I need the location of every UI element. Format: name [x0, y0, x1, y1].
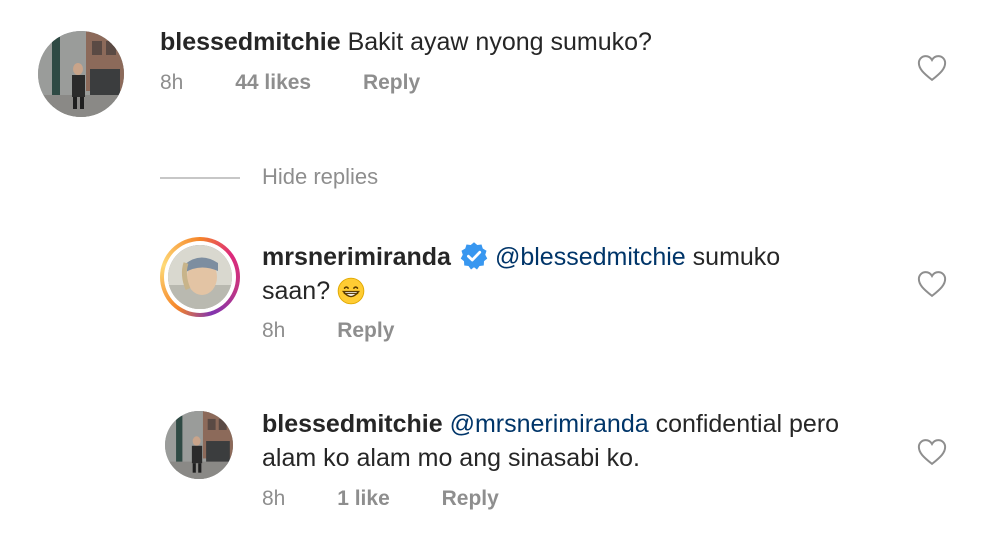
- avatar-blessedmitchie[interactable]: [38, 31, 124, 117]
- hide-replies-divider: [160, 177, 240, 179]
- comment-username[interactable]: blessedmitchie: [160, 28, 341, 56]
- comment-time: 8h: [262, 319, 286, 342]
- avatar-mrsnerimiranda-story-ring[interactable]: [160, 237, 240, 317]
- comment-body: mrsnerimiranda @blessedmitchie sumuko saa…: [262, 240, 780, 308]
- comment-likes[interactable]: 44 likes: [235, 71, 311, 94]
- heart-icon[interactable]: [917, 54, 947, 82]
- comment-text-line2: alam ko alam mo ang sinasabi ko.: [262, 444, 640, 472]
- comment-time: 8h: [160, 71, 184, 94]
- heart-icon[interactable]: [917, 438, 947, 466]
- avatar-photo: [38, 31, 124, 117]
- comment-meta: 8h Reply: [262, 319, 394, 343]
- comment-body: blessedmitchie Bakit ayaw nyong sumuko?: [160, 25, 652, 59]
- comment-meta: 8h 44 likes Reply: [160, 71, 420, 95]
- comment-text: Bakit ayaw nyong sumuko?: [347, 28, 652, 56]
- avatar-photo: [168, 245, 232, 309]
- comment-time: 8h: [262, 487, 286, 510]
- reply-button[interactable]: Reply: [442, 487, 499, 510]
- comment-body: blessedmitchie @mrsnerimiranda confident…: [262, 407, 839, 475]
- comment-username[interactable]: blessedmitchie: [262, 410, 443, 438]
- comment-text-line2: saan?: [262, 277, 338, 305]
- grinning-emoji-icon: [337, 277, 365, 305]
- reply-button[interactable]: Reply: [337, 319, 394, 342]
- comment-meta: 8h 1 like Reply: [262, 487, 499, 511]
- hide-replies-button[interactable]: Hide replies: [262, 164, 378, 190]
- comment-text: confidential pero: [648, 410, 840, 438]
- verified-badge-icon: [459, 241, 489, 271]
- heart-icon[interactable]: [917, 270, 947, 298]
- comment-username[interactable]: mrsnerimiranda: [262, 243, 451, 271]
- comment-text: sumuko: [685, 243, 781, 271]
- avatar-photo: [165, 411, 233, 479]
- comment-likes[interactable]: 1 like: [337, 487, 390, 510]
- reply-button[interactable]: Reply: [363, 71, 420, 94]
- comment-mention[interactable]: @mrsnerimiranda: [450, 410, 649, 438]
- avatar-blessedmitchie[interactable]: [165, 411, 233, 479]
- comment-mention[interactable]: @blessedmitchie: [495, 243, 686, 271]
- avatar-mrsnerimiranda: [168, 245, 232, 309]
